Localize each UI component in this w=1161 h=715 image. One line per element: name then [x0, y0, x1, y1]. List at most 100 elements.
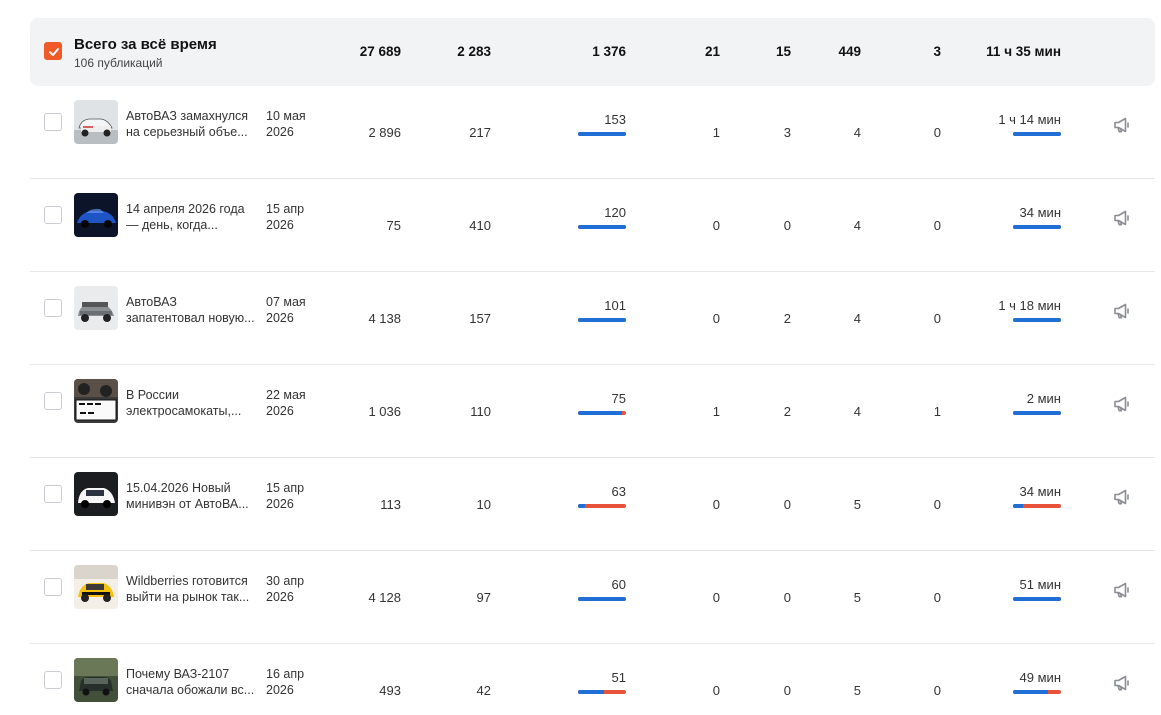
publication-title[interactable]: 15.04.2026 Новый минивэн от АвтоВА... — [126, 480, 260, 512]
total-checkbox[interactable] — [44, 42, 62, 60]
promote-button[interactable] — [1112, 302, 1132, 320]
total-col4: 21 — [704, 44, 720, 59]
views-value: 75 — [386, 218, 401, 233]
check-icon — [49, 48, 59, 56]
publication-thumbnail[interactable] — [74, 379, 118, 423]
megaphone-icon — [1114, 210, 1129, 226]
row-checkbox[interactable] — [44, 578, 62, 596]
publication-row[interactable]: 14 апреля 2026 года — день, когда... 15 … — [30, 179, 1155, 272]
col3-bar — [578, 132, 626, 136]
col6-value: 5 — [853, 590, 861, 605]
publication-date: 15 апр 2026 — [266, 201, 304, 233]
publication-title-line1: 15.04.2026 Новый — [126, 481, 231, 495]
publication-row[interactable]: В России электросамокаты,... 22 мая 2026… — [30, 365, 1155, 458]
publication-row[interactable]: АвтоВАЗ запатентовал новую... 07 мая 202… — [30, 272, 1155, 365]
total-col6: 449 — [838, 44, 861, 59]
views-value: 4 128 — [368, 590, 401, 605]
promote-button[interactable] — [1112, 395, 1132, 413]
publication-title[interactable]: В России электросамокаты,... — [126, 387, 260, 419]
col5-value: 0 — [783, 497, 791, 512]
publication-date: 15 апр 2026 — [266, 480, 304, 512]
row-checkbox[interactable] — [44, 299, 62, 317]
read-time-bar-fill — [1013, 504, 1023, 508]
read-time-bar-fill — [1013, 132, 1061, 136]
stats-table: Всего за всё время 106 публикаций 27 689… — [30, 18, 1155, 715]
promote-button[interactable] — [1112, 209, 1132, 227]
col3-bar-fill — [578, 225, 626, 229]
promote-button[interactable] — [1112, 581, 1132, 599]
col3-bar-fill — [578, 411, 623, 415]
row-checkbox[interactable] — [44, 113, 62, 131]
publication-title-line1: Почему ВАЗ-2107 — [126, 667, 230, 681]
publication-date-day: 15 апр — [266, 481, 305, 495]
publication-date-day: 07 мая — [266, 295, 306, 309]
megaphone-icon — [1114, 303, 1129, 319]
publication-title[interactable]: Почему ВАЗ-2107 сначала обожали вс... — [126, 666, 260, 698]
read-time-value: 1 ч 14 мин — [998, 112, 1061, 127]
megaphone-icon — [1114, 117, 1129, 133]
publication-row[interactable]: 15.04.2026 Новый минивэн от АвтоВА... 15… — [30, 458, 1155, 551]
publication-date-day: 10 мая — [266, 109, 306, 123]
read-time-bar — [1013, 132, 1061, 136]
read-time-value: 1 ч 18 мин — [998, 298, 1061, 313]
publication-date-year: 2026 — [266, 683, 294, 697]
publication-title[interactable]: АвтоВАЗ замахнулся на серьезный объе... — [126, 108, 260, 140]
col5-value: 3 — [783, 125, 791, 140]
total-subtitle: 106 публикаций — [74, 56, 163, 70]
col7-value: 0 — [933, 125, 941, 140]
promote-button[interactable] — [1112, 116, 1132, 134]
col7-value: 0 — [933, 218, 941, 233]
col3-value: 63 — [611, 484, 626, 499]
publication-title[interactable]: АвтоВАЗ запатентовал новую... — [126, 294, 260, 326]
publication-row[interactable]: АвтоВАЗ замахнулся на серьезный объе... … — [30, 86, 1155, 179]
publication-thumbnail[interactable] — [74, 286, 118, 330]
col3-bar-fill — [578, 597, 626, 601]
megaphone-icon — [1114, 489, 1129, 505]
col3-bar-fill — [578, 318, 626, 322]
total-views: 27 689 — [359, 44, 401, 59]
col7-value: 1 — [933, 404, 941, 419]
publication-title-line2: запатентовал новую... — [126, 311, 255, 325]
publication-thumbnail[interactable] — [74, 658, 118, 702]
views-value: 113 — [380, 497, 401, 512]
publication-date-year: 2026 — [266, 404, 294, 418]
col5-value: 2 — [783, 404, 791, 419]
publication-thumbnail[interactable] — [74, 100, 118, 144]
publication-date-year: 2026 — [266, 311, 294, 325]
col7-value: 0 — [933, 311, 941, 326]
col3-bar-fill — [578, 504, 586, 508]
row-checkbox[interactable] — [44, 206, 62, 224]
publication-date-day: 22 мая — [266, 388, 306, 402]
publication-row[interactable]: Почему ВАЗ-2107 сначала обожали вс... 16… — [30, 644, 1155, 715]
col3-bar — [578, 225, 626, 229]
promote-button[interactable] — [1112, 674, 1132, 692]
publication-title-line2: минивэн от АвтоВА... — [126, 497, 249, 511]
read-time-bar-fill — [1013, 225, 1061, 229]
col3-bar — [578, 690, 626, 694]
publication-thumbnail[interactable] — [74, 565, 118, 609]
col2-value: 10 — [476, 497, 491, 512]
col6-value: 5 — [853, 497, 861, 512]
read-time-value: 49 мин — [1019, 670, 1061, 685]
publication-title[interactable]: Wildberries готовится выйти на рынок так… — [126, 573, 260, 605]
publication-thumbnail[interactable] — [74, 472, 118, 516]
total-col3: 1 376 — [592, 44, 626, 59]
views-value: 4 138 — [368, 311, 401, 326]
promote-button[interactable] — [1112, 488, 1132, 506]
col4-value: 0 — [712, 311, 720, 326]
read-time-bar-fill — [1013, 690, 1048, 694]
megaphone-icon — [1114, 675, 1129, 691]
publication-title[interactable]: 14 апреля 2026 года — день, когда... — [126, 201, 260, 233]
col2-value: 42 — [476, 683, 491, 698]
publication-row[interactable]: Wildberries готовится выйти на рынок так… — [30, 551, 1155, 644]
col2-value: 157 — [469, 311, 491, 326]
publication-thumbnail[interactable] — [74, 193, 118, 237]
row-checkbox[interactable] — [44, 485, 62, 503]
publication-date: 30 апр 2026 — [266, 573, 304, 605]
publication-title-line1: АвтоВАЗ — [126, 295, 177, 309]
read-time-value: 34 мин — [1019, 205, 1061, 220]
row-checkbox[interactable] — [44, 671, 62, 689]
row-checkbox[interactable] — [44, 392, 62, 410]
col7-value: 0 — [933, 590, 941, 605]
publication-date-year: 2026 — [266, 125, 294, 139]
